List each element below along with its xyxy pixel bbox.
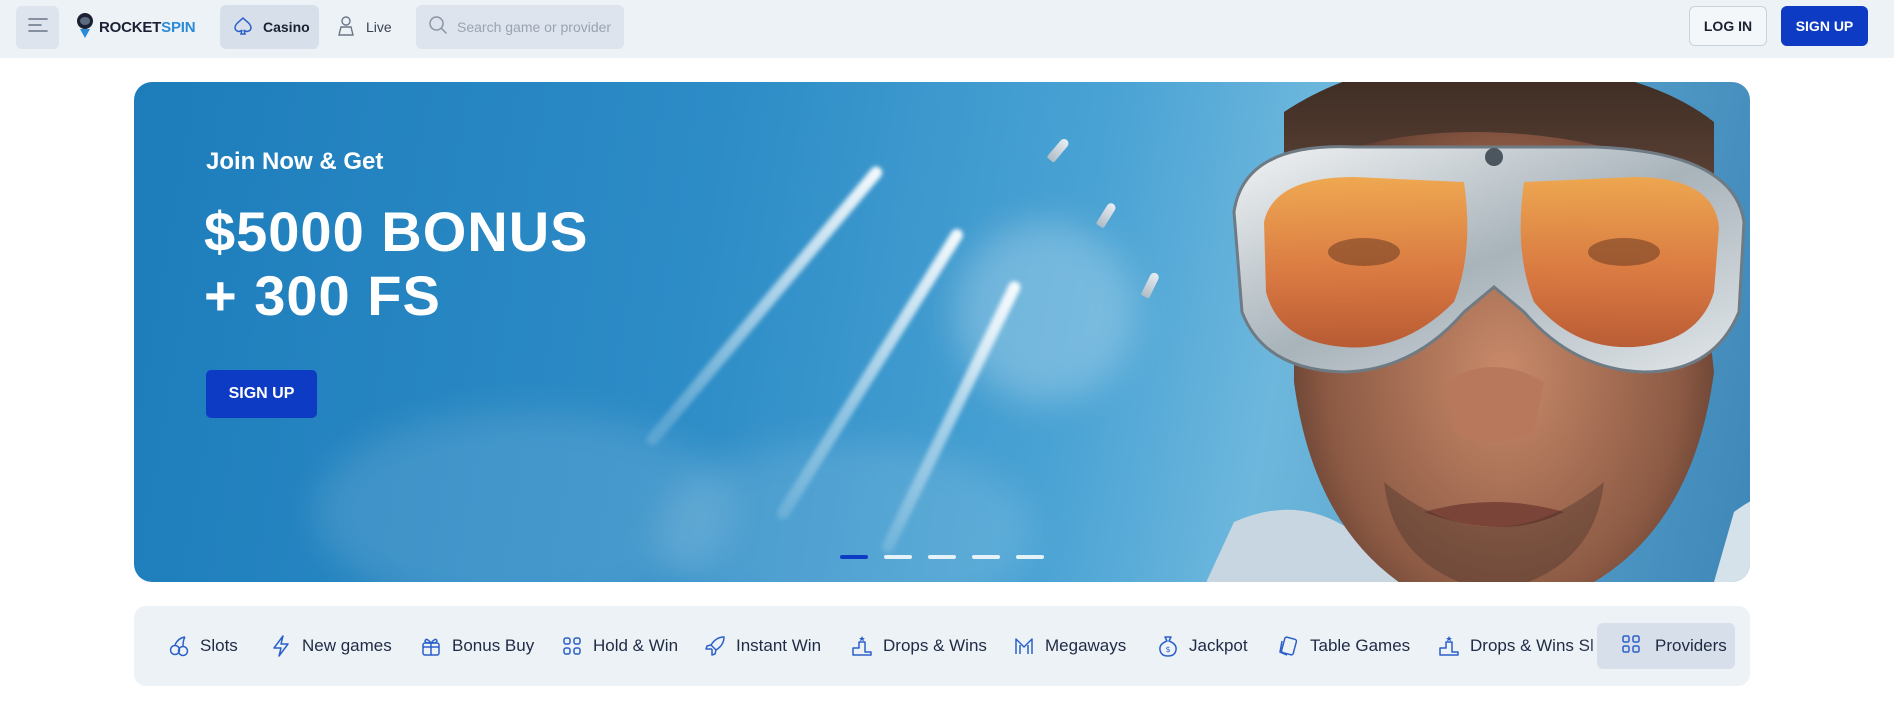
hero-title: $5000 BONUS + 300 FS	[204, 200, 589, 328]
category-label: Megaways	[1045, 636, 1127, 655]
spade-icon	[233, 16, 253, 39]
pilot-illustration	[1206, 82, 1750, 582]
category-drops-wins-slots[interactable]: Drops & Wins Sl	[1438, 624, 1594, 668]
category-label: Instant Win	[736, 636, 822, 655]
category-bar: Slots New games Bonus Buy Hold & Win Ins…	[134, 606, 1750, 686]
category-new-games[interactable]: New games	[270, 624, 392, 668]
lightning-icon	[270, 635, 292, 657]
hero-banner[interactable]: Join Now & Get $5000 BONUS + 300 FS SIGN…	[134, 82, 1750, 582]
carousel-dot-4[interactable]	[972, 555, 1000, 559]
gift-icon	[420, 635, 442, 657]
rocket-icon	[1046, 137, 1071, 163]
megaways-icon	[1013, 635, 1035, 657]
podium-icon	[851, 635, 873, 657]
hamburger-icon	[27, 18, 48, 37]
category-label: Slots	[200, 636, 238, 655]
cherries-icon	[168, 635, 190, 657]
nav-live[interactable]: Live	[336, 5, 392, 49]
category-instant-win[interactable]: Instant Win	[704, 624, 821, 668]
category-label: New games	[302, 636, 392, 655]
search-input[interactable]	[457, 19, 617, 35]
carousel-dot-3[interactable]	[928, 555, 956, 559]
category-label: Drops & Wins Sl	[1470, 636, 1594, 655]
carousel-dot-2[interactable]	[884, 555, 912, 559]
nav-casino[interactable]: Casino	[220, 5, 319, 49]
svg-text:$: $	[1165, 645, 1170, 654]
carousel-dot-5[interactable]	[1016, 555, 1044, 559]
top-header: ROCKETSPIN Casino Live LOG IN SIGN UP	[0, 0, 1894, 58]
cards-icon	[1278, 635, 1300, 657]
carousel-dot-1[interactable]	[840, 555, 868, 559]
category-bonus-buy[interactable]: Bonus Buy	[420, 624, 534, 668]
category-label: Drops & Wins	[883, 636, 987, 655]
category-drops-wins[interactable]: Drops & Wins	[851, 624, 987, 668]
category-jackpot[interactable]: $ Jackpot	[1157, 624, 1248, 668]
category-table-games[interactable]: Table Games	[1278, 624, 1410, 668]
grid-dots-icon	[561, 635, 583, 657]
rocketspin-logo[interactable]: ROCKETSPIN	[75, 12, 196, 43]
category-label: Hold & Win	[593, 636, 679, 655]
hero-title-line1: $5000 BONUS	[204, 200, 589, 263]
hero-signup-button[interactable]: SIGN UP	[206, 370, 317, 418]
nav-live-label: Live	[366, 19, 392, 35]
hero-subtitle: Join Now & Get	[206, 148, 384, 175]
rocket-icon	[704, 635, 726, 657]
category-label: Table Games	[1310, 636, 1411, 655]
providers-label: Providers	[1655, 636, 1727, 655]
menu-button[interactable]	[16, 6, 59, 49]
rocket-icon	[1140, 271, 1161, 299]
money-bag-icon: $	[1157, 635, 1179, 657]
category-label: Jackpot	[1189, 636, 1248, 655]
nav-casino-label: Casino	[263, 19, 310, 35]
logo-text: ROCKETSPIN	[99, 18, 196, 36]
category-hold-win[interactable]: Hold & Win	[561, 624, 678, 668]
providers-button[interactable]: Providers	[1597, 623, 1735, 669]
signup-button[interactable]: SIGN UP	[1781, 6, 1868, 46]
search-icon	[428, 15, 448, 40]
search-box[interactable]	[416, 5, 624, 49]
cloud-decoration	[654, 442, 1034, 582]
login-button[interactable]: LOG IN	[1689, 6, 1767, 46]
rocket-icon	[1095, 201, 1118, 229]
category-megaways[interactable]: Megaways	[1013, 624, 1126, 668]
providers-grid-icon	[1621, 634, 1641, 659]
category-label: Bonus Buy	[452, 636, 535, 655]
category-slots[interactable]: Slots	[168, 624, 238, 668]
dealer-icon	[336, 15, 356, 40]
hero-title-line2: + 300 FS	[204, 264, 441, 327]
podium-icon	[1438, 635, 1460, 657]
carousel-dots	[840, 555, 1044, 559]
sun-glow-decoration	[954, 222, 1134, 402]
astronaut-logo-icon	[75, 12, 95, 43]
